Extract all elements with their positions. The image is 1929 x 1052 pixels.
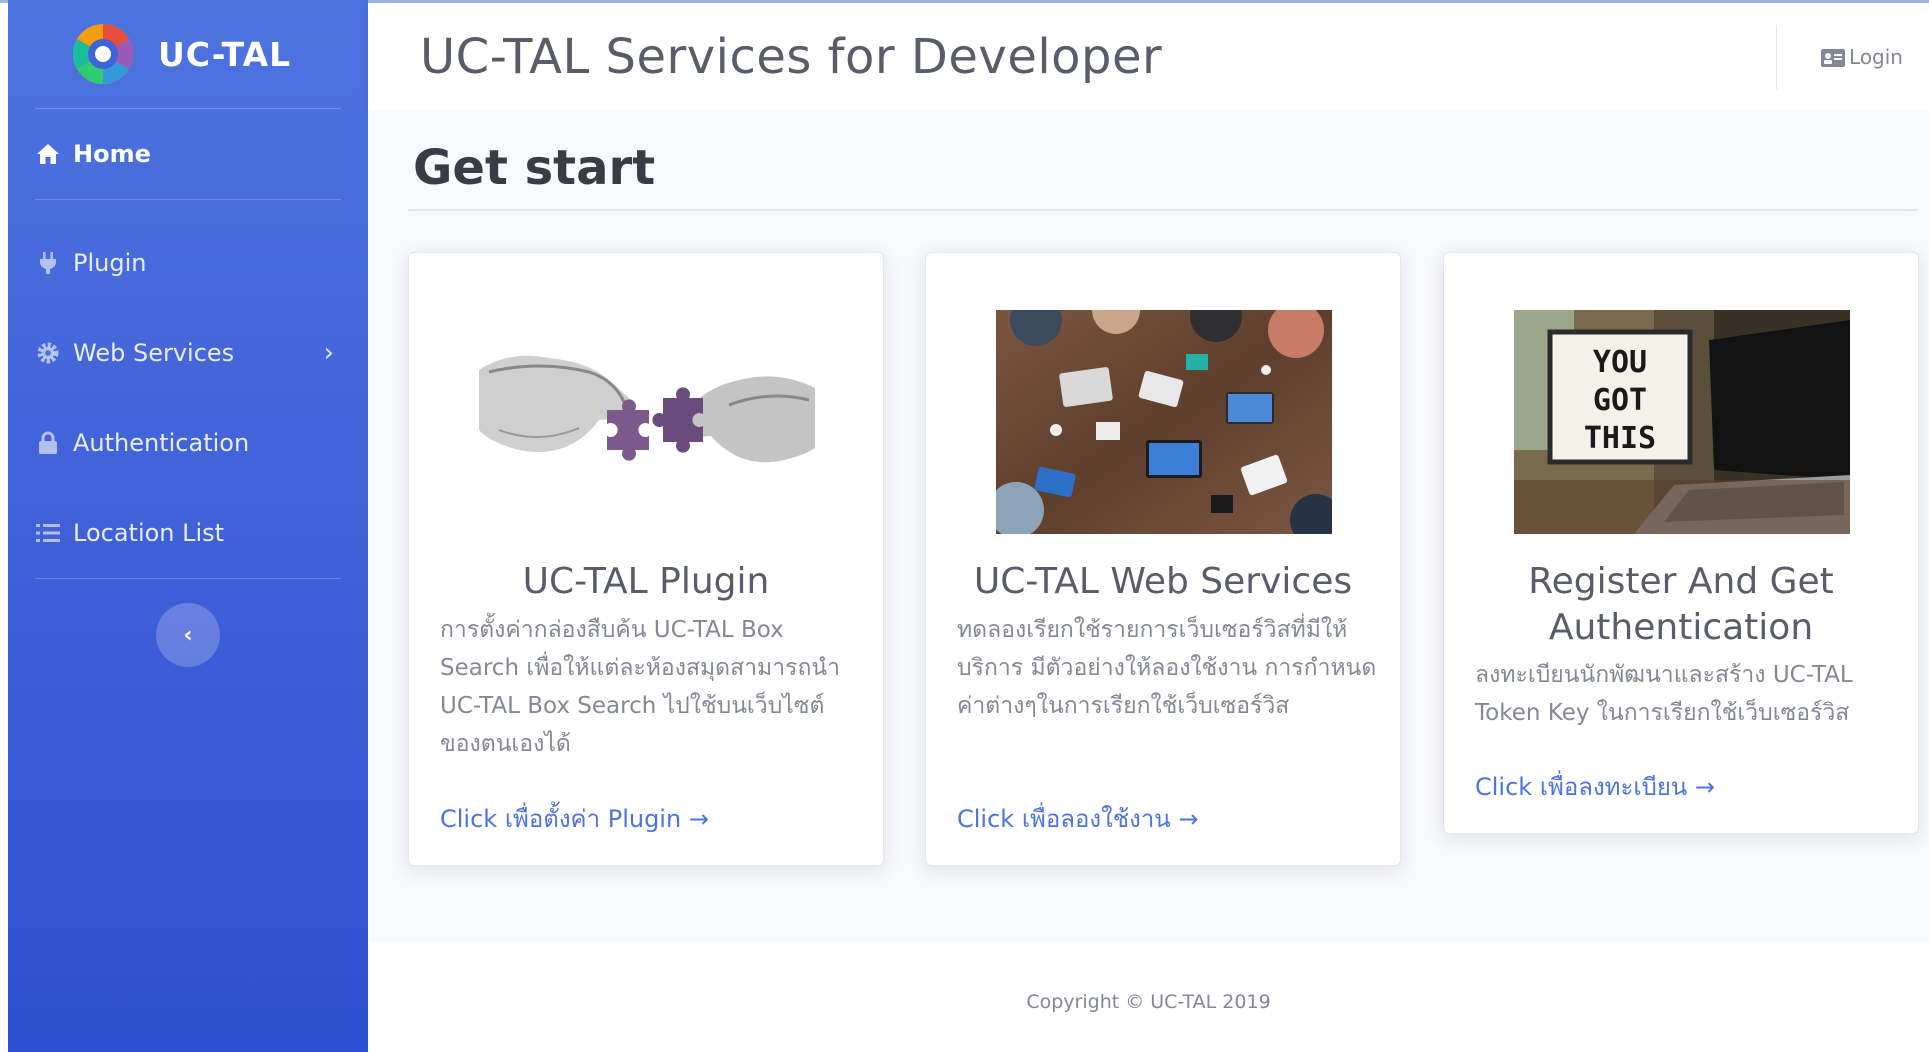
page-title: UC-TAL Services for Developer	[420, 28, 1163, 85]
card-title: UC-TAL Plugin	[522, 561, 770, 602]
card-text: ลงทะเบียนนักพัฒนาและสร้าง UC-TAL Token K…	[1475, 662, 1853, 726]
card-title: Register And Get Authentication	[1528, 561, 1834, 648]
lightbox-text: GOT	[1593, 383, 1647, 418]
footer: Copyright © UC-TAL 2019	[368, 942, 1929, 1052]
card-link-web-services[interactable]: Click เพื่อลองใช้งาน →	[957, 799, 1198, 838]
card-link-register[interactable]: Click เพื่อลงทะเบียน →	[1475, 767, 1715, 806]
sidebar-nav: Plugin Web Services › Authentication Loc…	[8, 200, 368, 578]
sidebar-item-label: Location List	[73, 519, 225, 547]
card-web-services: UC-TAL Web Services ทดลองเรียกใช้รายการเ…	[925, 252, 1401, 866]
main-content: Get start UC-TAL Plugin การตั้งค่ากล่องส…	[368, 110, 1929, 942]
lightbox-text: THIS	[1584, 421, 1656, 456]
heading-divider	[408, 209, 1918, 211]
copyright-text: Copyright © UC-TAL 2019	[1026, 991, 1271, 1013]
uctal-logo-icon	[70, 21, 136, 87]
lock-icon	[35, 430, 61, 456]
sidebar-item-label: Plugin	[73, 249, 147, 277]
sidebar-item-label: Authentication	[73, 429, 250, 457]
login-label: Login	[1849, 44, 1903, 69]
login-button[interactable]: Login	[1821, 3, 1903, 110]
sidebar-item-label: Web Services	[73, 339, 235, 367]
topbar: UC-TAL Services for Developer Login	[368, 3, 1929, 110]
puzzle-hands-image	[479, 310, 815, 534]
sidebar-brand[interactable]: UC-TAL	[8, 0, 368, 108]
team-desk-image	[996, 310, 1332, 534]
lightbox-text: YOU	[1593, 345, 1647, 380]
sidebar: UC-TAL Home Plugin Web Services › Authen…	[8, 0, 368, 1052]
sidebar-item-web-services[interactable]: Web Services ›	[8, 308, 368, 398]
plug-icon	[35, 250, 61, 276]
topbar-divider	[1776, 25, 1777, 89]
card-text: ทดลองเรียกใช้รายการเว็บเซอร์วิสที่มีให้บ…	[957, 617, 1377, 719]
card-authentication: YOU GOT THIS Register And Get Authentica…	[1443, 252, 1919, 834]
card-text: การตั้งค่ากล่องสืบค้น UC-TAL Box Search …	[440, 617, 841, 757]
sidebar-item-home[interactable]: Home	[8, 109, 368, 199]
list-icon	[35, 520, 61, 546]
sidebar-item-authentication[interactable]: Authentication	[8, 398, 368, 488]
brand-name: UC-TAL	[158, 34, 292, 74]
sidebar-item-label: Home	[73, 140, 151, 168]
card-link-plugin[interactable]: Click เพื่อตั้งค่า Plugin →	[440, 799, 709, 838]
sidebar-item-plugin[interactable]: Plugin	[8, 218, 368, 308]
card-plugin: UC-TAL Plugin การตั้งค่ากล่องสืบค้น UC-T…	[408, 252, 884, 866]
card-title: UC-TAL Web Services	[973, 561, 1353, 602]
you-got-this-lightbox-image: YOU GOT THIS	[1514, 310, 1850, 534]
app-root: UC-TAL Home Plugin Web Services › Authen…	[0, 0, 1929, 1052]
gear-icon	[35, 340, 61, 366]
id-card-icon	[1821, 48, 1846, 67]
home-icon	[35, 141, 61, 167]
sidebar-toggle-wrap: ‹	[8, 579, 368, 667]
chevron-right-icon: ›	[323, 338, 334, 368]
section-heading: Get start	[413, 140, 656, 196]
chevron-left-icon: ‹	[183, 622, 193, 648]
sidebar-item-location-list[interactable]: Location List	[8, 488, 368, 578]
sidebar-toggle-button[interactable]: ‹	[156, 603, 220, 667]
